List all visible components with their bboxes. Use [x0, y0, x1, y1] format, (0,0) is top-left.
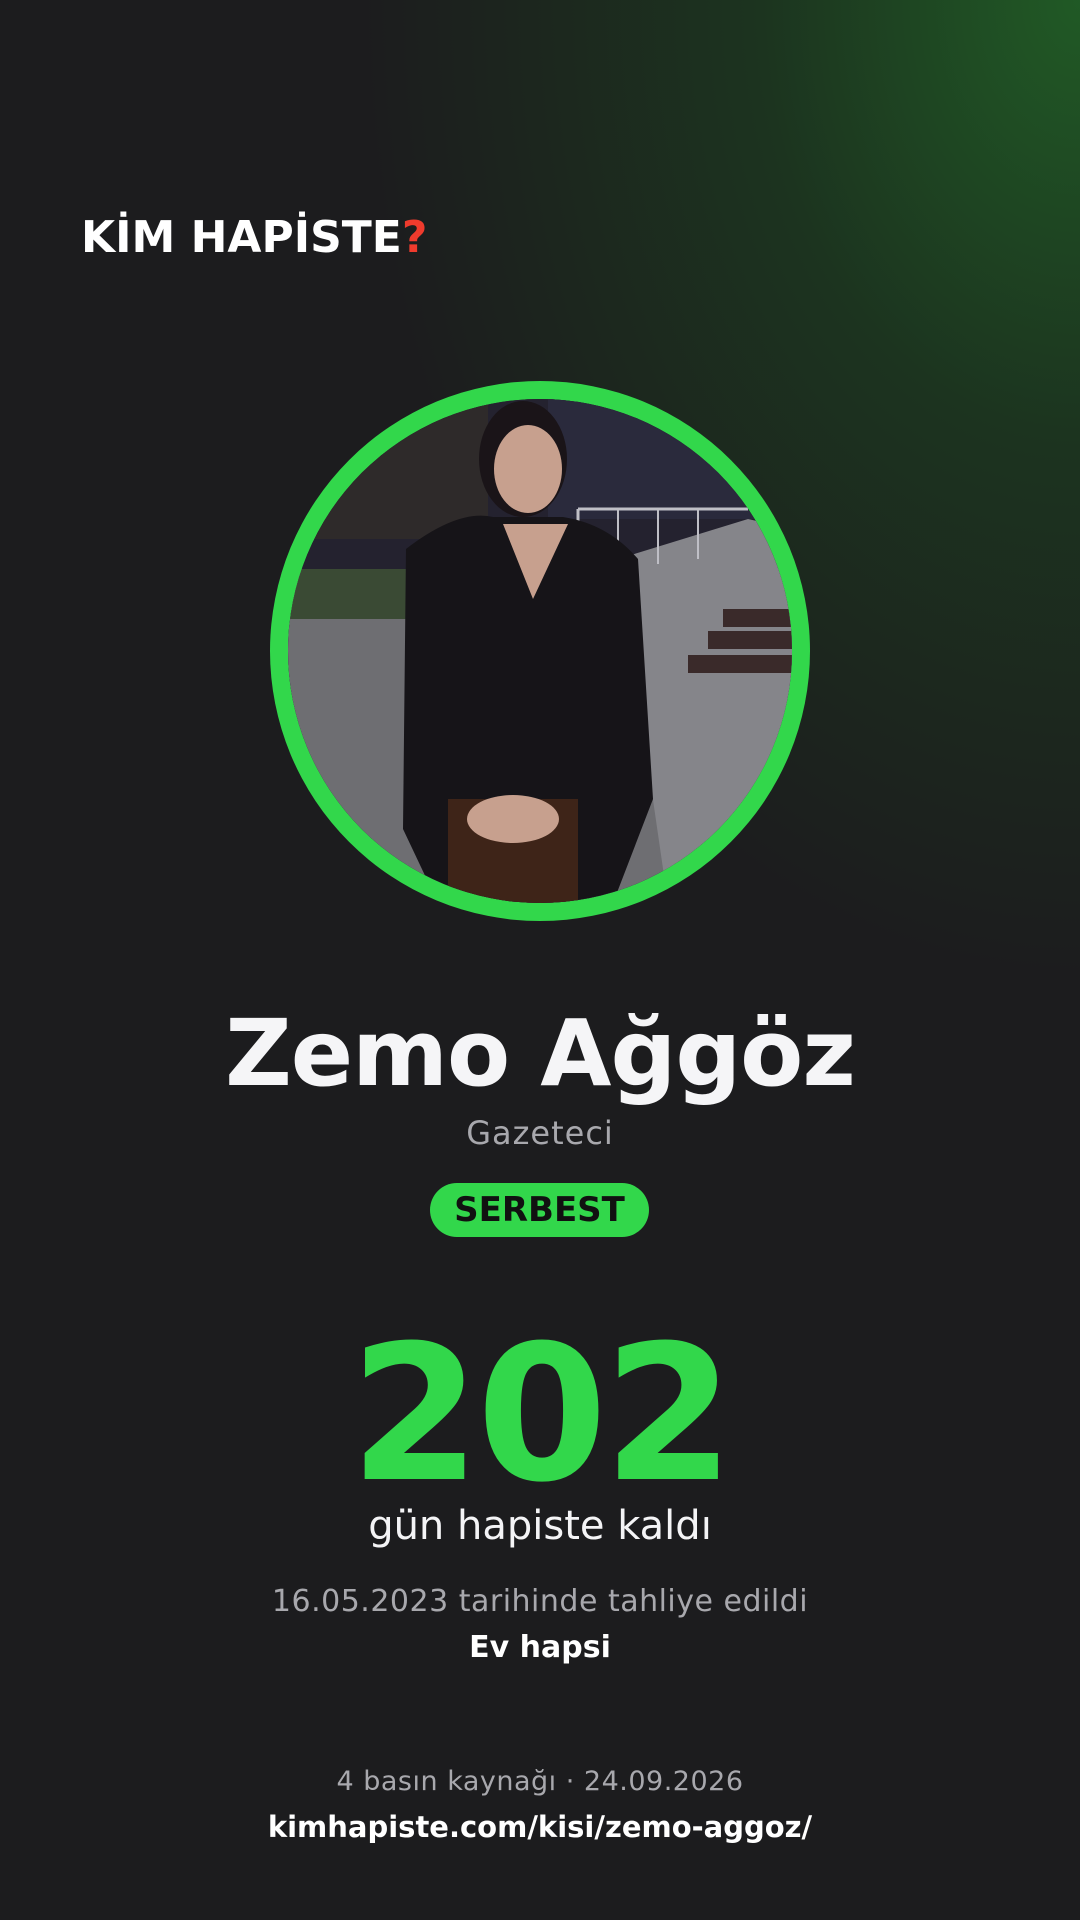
- days-label: gün hapiste kaldı: [368, 1503, 712, 1549]
- logo-question-mark: ?: [401, 212, 428, 263]
- detention-type: Ev hapsi: [469, 1630, 611, 1665]
- person-role: Gazeteci: [466, 1114, 614, 1152]
- sources-info: 4 basın kaynağı · 24.09.2026: [336, 1766, 744, 1797]
- status-badge: SERBEST: [430, 1183, 649, 1237]
- person-name: Zemo Ağgöz: [225, 1000, 856, 1107]
- logo-text: KİM HAPİSTE: [81, 212, 402, 263]
- days-count: 202: [349, 1305, 734, 1524]
- avatar-ring: [270, 381, 810, 921]
- person-photo-icon: [288, 399, 792, 903]
- release-date-text: 16.05.2023 tarihinde tahliye edildi: [271, 1584, 809, 1619]
- profile-url-link[interactable]: kimhapiste.com/kisi/zemo-aggoz/: [0, 1810, 1080, 1844]
- brand-logo: KİM HAPİSTE?: [81, 212, 427, 263]
- avatar: [288, 399, 792, 903]
